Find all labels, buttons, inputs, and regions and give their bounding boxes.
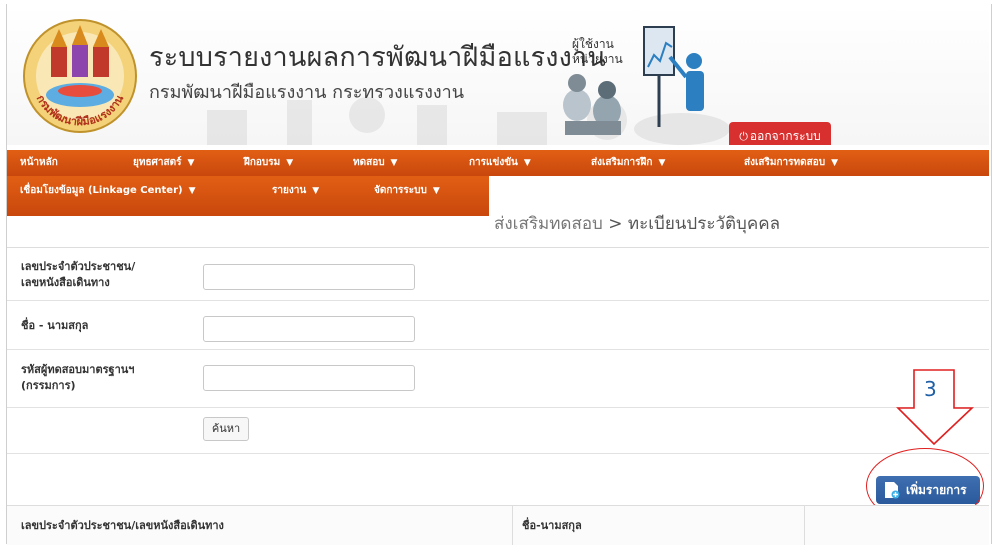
user-role: ผู้ใช้งาน หน่วยงาน xyxy=(572,37,623,67)
citizen-id-input[interactable] xyxy=(203,264,415,290)
full-name-input[interactable] xyxy=(203,316,415,342)
id-label-line2: เลขหนังสือเดินทาง xyxy=(21,276,110,289)
breadcrumb-parent[interactable]: ส่งเสริมทดสอบ xyxy=(494,214,603,234)
chevron-down-icon: ▼ xyxy=(831,158,838,168)
nav-training[interactable]: ฝึกอบรม ▼ xyxy=(244,150,293,176)
results-table-header: เลขประจำตัวประชาชน/เลขหนังสือเดินทาง ชื่… xyxy=(7,505,989,545)
nav-competition-label: การแข่งขัน xyxy=(469,157,518,168)
table-header-id: เลขประจำตัวประชาชน/เลขหนังสือเดินทาง xyxy=(21,519,224,532)
form-row-id: เลขประจำตัวประชาชน/ เลขหนังสือเดินทาง xyxy=(7,248,989,301)
step-number-annotation: 3 xyxy=(924,377,937,401)
presenter-board-icon xyxy=(634,26,730,145)
form-row-actions: ค้นหา xyxy=(7,408,989,454)
main-nav: หน้าหลัก ยุทธศาสตร์ ▼ ฝึกอบรม ▼ ทดสอบ ▼ การ… xyxy=(7,150,989,176)
chevron-down-icon: ▼ xyxy=(523,158,531,168)
form-row-code: รหัสผู้ทดสอบมาตรฐานฯ (กรรมการ) xyxy=(7,350,989,408)
breadcrumb-separator: > xyxy=(608,214,623,234)
code-label-line2: (กรรมการ) xyxy=(21,379,76,392)
app-subtitle: กรมพัฒนาฝีมือแรงงาน กระทรวงแรงงาน xyxy=(149,82,465,103)
nav-reports-label: รายงาน xyxy=(272,185,307,196)
chevron-down-icon: ▼ xyxy=(390,158,398,168)
search-button[interactable]: ค้นหา xyxy=(203,417,249,441)
name-label: ชื่อ - นามสกุล xyxy=(21,319,89,332)
id-label: เลขประจำตัวประชาชน/ เลขหนังสือเดินทาง xyxy=(21,259,135,291)
role-line-user: ผู้ใช้งาน xyxy=(572,37,614,51)
code-label-line1: รหัสผู้ทดสอบมาตรฐานฯ xyxy=(21,363,135,376)
secondary-nav: เชื่อมโยงข้อมูล (Linkage Center) ▼ รายงาน… xyxy=(7,176,489,216)
site-header: กรมพัฒนาฝีมือแรงงาน ระบบรายงานผลการพัฒนา… xyxy=(7,5,989,145)
nav-strategy[interactable]: ยุทธศาสตร์ ▼ xyxy=(133,150,194,176)
form-row-name: ชื่อ - นามสกุล xyxy=(7,301,989,350)
nav-promote-training-label: ส่งเสริมการฝึก xyxy=(591,157,653,168)
power-icon: ⏻ xyxy=(739,130,748,143)
table-divider xyxy=(804,506,805,545)
search-form: เลขประจำตัวประชาชน/ เลขหนังสือเดินทาง ชื… xyxy=(7,247,989,454)
id-label-line1: เลขประจำตัวประชาชน/ xyxy=(21,260,136,273)
department-logo: กรมพัฒนาฝีมือแรงงาน xyxy=(23,19,137,133)
examiner-code-input[interactable] xyxy=(203,365,415,391)
chevron-down-icon: ▼ xyxy=(658,158,666,168)
nav-testing-label: ทดสอบ xyxy=(353,157,385,168)
nav-system-admin[interactable]: จัดการระบบ ▼ xyxy=(374,176,440,216)
table-divider xyxy=(512,506,513,545)
chevron-down-icon: ▼ xyxy=(432,186,440,196)
nav-promote-testing[interactable]: ส่งเสริมการทดสอบ ▼ xyxy=(744,150,838,176)
logout-label: ออกจากระบบ xyxy=(749,129,821,143)
nav-linkage-center[interactable]: เชื่อมโยงข้อมูล (Linkage Center) ▼ xyxy=(20,176,196,216)
app-title: ระบบรายงานผลการพัฒนาฝีมือแรงงาน xyxy=(149,42,607,73)
code-label: รหัสผู้ทดสอบมาตรฐานฯ (กรรมการ) xyxy=(21,362,134,394)
chevron-down-icon: ▼ xyxy=(187,158,195,168)
chevron-down-icon: ▼ xyxy=(312,186,320,196)
nav-training-label: ฝึกอบรม xyxy=(244,157,281,168)
table-header-name: ชื่อ-นามสกุล xyxy=(522,519,582,532)
nav-linkage-label: เชื่อมโยงข้อมูล (Linkage Center) xyxy=(20,185,183,196)
nav-testing[interactable]: ทดสอบ ▼ xyxy=(353,150,397,176)
nav-admin-label: จัดการระบบ xyxy=(374,185,427,196)
chevron-down-icon: ▼ xyxy=(188,186,196,196)
nav-promote-testing-label: ส่งเสริมการทดสอบ xyxy=(744,157,826,168)
logout-button[interactable]: ⏻ ออกจากระบบ xyxy=(729,122,831,145)
breadcrumb-current: ทะเบียนประวัติบุคคล xyxy=(627,214,781,234)
nav-strategy-label: ยุทธศาสตร์ xyxy=(133,157,182,168)
nav-reports[interactable]: รายงาน ▼ xyxy=(272,176,319,216)
nav-home[interactable]: หน้าหลัก xyxy=(20,150,58,176)
chevron-down-icon: ▼ xyxy=(286,158,294,168)
nav-promote-training[interactable]: ส่งเสริมการฝึก ▼ xyxy=(591,150,665,176)
nav-home-label: หน้าหลัก xyxy=(20,157,58,168)
breadcrumb: ส่งเสริมทดสอบ > ทะเบียนประวัติบุคคล xyxy=(494,210,780,237)
nav-competition[interactable]: การแข่งขัน ▼ xyxy=(469,150,531,176)
